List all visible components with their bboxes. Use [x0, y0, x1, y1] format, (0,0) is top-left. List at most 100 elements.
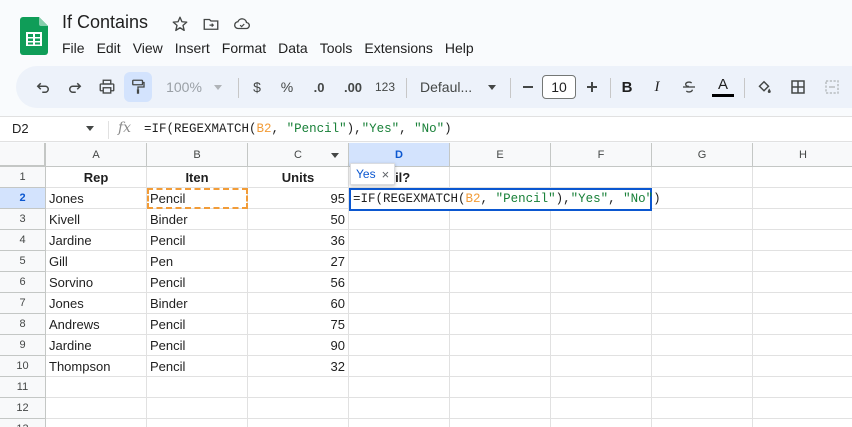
cell[interactable] — [450, 335, 551, 356]
cell[interactable] — [248, 419, 349, 427]
column-header-g[interactable]: G — [652, 143, 753, 167]
cell[interactable] — [652, 251, 753, 272]
cell[interactable] — [753, 230, 852, 251]
sheets-logo-icon[interactable] — [20, 17, 48, 55]
row-header-8[interactable]: 8 — [0, 314, 46, 335]
cell[interactable] — [753, 419, 852, 427]
cell-item[interactable]: Pencil — [147, 230, 248, 251]
row-header-7[interactable]: 7 — [0, 293, 46, 314]
cell[interactable] — [753, 293, 852, 314]
increase-decimal-button[interactable]: .00 — [338, 66, 368, 108]
menu-help[interactable]: Help — [439, 38, 480, 58]
row-header-4[interactable]: 4 — [0, 230, 46, 251]
plus-icon[interactable] — [582, 66, 602, 108]
cell[interactable] — [349, 251, 450, 272]
row-header-5[interactable]: 5 — [0, 251, 46, 272]
column-header-c[interactable]: C — [248, 143, 349, 167]
menu-extensions[interactable]: Extensions — [358, 38, 438, 58]
percent-format-button[interactable]: % — [276, 66, 298, 108]
menu-view[interactable]: View — [127, 38, 169, 58]
cell[interactable] — [349, 209, 450, 230]
cell[interactable] — [652, 167, 753, 188]
name-box[interactable]: D2 — [12, 121, 29, 136]
cell[interactable] — [147, 398, 248, 419]
cell[interactable] — [46, 419, 147, 427]
cell[interactable] — [349, 293, 450, 314]
cell[interactable] — [147, 419, 248, 427]
cell-item[interactable]: Pencil — [147, 356, 248, 377]
cell[interactable] — [652, 188, 753, 209]
menu-data[interactable]: Data — [272, 38, 314, 58]
star-icon[interactable] — [170, 14, 190, 34]
menu-tools[interactable]: Tools — [314, 38, 359, 58]
cell[interactable] — [551, 209, 652, 230]
cell[interactable] — [450, 230, 551, 251]
cloud-saved-icon[interactable] — [232, 14, 252, 34]
cell[interactable] — [753, 377, 852, 398]
cell[interactable] — [450, 251, 551, 272]
cell-rep[interactable]: Kivell — [46, 209, 147, 230]
cell-units[interactable]: 90 — [248, 335, 349, 356]
cell-units[interactable]: 50 — [248, 209, 349, 230]
cell[interactable] — [450, 377, 551, 398]
zoom-select[interactable]: 100% — [160, 66, 228, 108]
menu-insert[interactable]: Insert — [169, 38, 216, 58]
row-header-9[interactable]: 9 — [0, 335, 46, 356]
column-header-h[interactable]: H — [753, 143, 852, 167]
cell-units[interactable]: 75 — [248, 314, 349, 335]
cell[interactable] — [450, 209, 551, 230]
cell[interactable] — [349, 335, 450, 356]
chevron-down-icon[interactable] — [86, 126, 94, 131]
cell[interactable] — [450, 167, 551, 188]
cell[interactable] — [450, 356, 551, 377]
move-folder-icon[interactable] — [201, 14, 221, 34]
cell[interactable] — [652, 293, 753, 314]
cell[interactable] — [450, 419, 551, 427]
bold-button[interactable]: B — [616, 66, 638, 108]
cell[interactable] — [46, 398, 147, 419]
cell[interactable] — [753, 251, 852, 272]
row-header-6[interactable]: 6 — [0, 272, 46, 293]
cell[interactable] — [652, 230, 753, 251]
cell[interactable] — [349, 356, 450, 377]
cell[interactable] — [551, 251, 652, 272]
cell[interactable] — [753, 188, 852, 209]
cell-item[interactable]: Pencil — [147, 188, 248, 209]
currency-format-button[interactable]: $ — [246, 66, 268, 108]
cell-units[interactable]: 36 — [248, 230, 349, 251]
undo-icon[interactable] — [30, 66, 56, 108]
cell[interactable] — [551, 377, 652, 398]
cell[interactable] — [551, 167, 652, 188]
merge-cells-icon[interactable] — [820, 66, 844, 108]
cell-item[interactable]: Binder — [147, 293, 248, 314]
cell[interactable] — [652, 419, 753, 427]
cell-rep[interactable]: Sorvino — [46, 272, 147, 293]
cell[interactable] — [551, 335, 652, 356]
font-size-input[interactable]: 10 — [542, 75, 576, 99]
cell[interactable] — [753, 314, 852, 335]
cell[interactable] — [652, 272, 753, 293]
cell-rep[interactable]: Jones — [46, 293, 147, 314]
cell[interactable] — [652, 314, 753, 335]
print-icon[interactable] — [94, 66, 120, 108]
cell[interactable] — [450, 293, 551, 314]
sheet-grid[interactable]: ABCDEFGH1RepItenUnitsPencil?2JonesPencil… — [0, 143, 852, 427]
borders-icon[interactable] — [786, 66, 810, 108]
cell[interactable] — [248, 398, 349, 419]
cell[interactable] — [551, 293, 652, 314]
select-all-corner[interactable] — [0, 143, 46, 167]
cell-rep[interactable]: Andrews — [46, 314, 147, 335]
cell[interactable] — [551, 419, 652, 427]
text-color-button[interactable]: A — [710, 66, 736, 108]
header-cell-item[interactable]: Iten — [147, 167, 248, 188]
row-header-13[interactable]: 13 — [0, 419, 46, 427]
row-header-10[interactable]: 10 — [0, 356, 46, 377]
row-header-3[interactable]: 3 — [0, 209, 46, 230]
menu-edit[interactable]: Edit — [91, 38, 127, 58]
cell[interactable] — [753, 272, 852, 293]
header-cell-units[interactable]: Units — [248, 167, 349, 188]
cell[interactable] — [652, 335, 753, 356]
cell[interactable] — [753, 356, 852, 377]
cell-item[interactable]: Pen — [147, 251, 248, 272]
header-cell-rep[interactable]: Rep — [46, 167, 147, 188]
